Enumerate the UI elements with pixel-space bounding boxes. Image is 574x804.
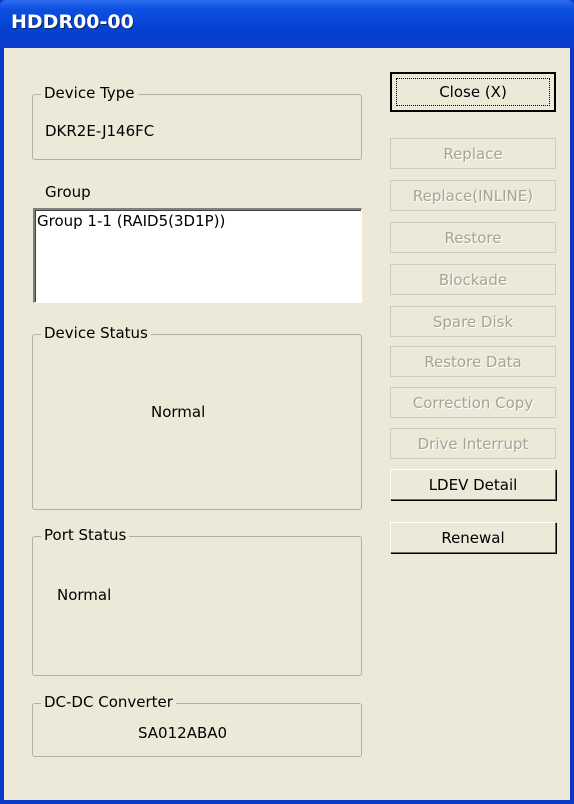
dialog-window: HDDR00-00 Device Type DKR2E-J146FC Group… <box>0 0 574 804</box>
replace-inline-button[interactable]: Replace(INLINE) <box>390 180 556 211</box>
group-label: Group <box>45 183 91 201</box>
restore-data-button[interactable]: Restore Data <box>390 346 556 377</box>
dcdc-converter-group: DC-DC Converter SA012ABA0 <box>32 693 362 757</box>
dcdc-converter-legend: DC-DC Converter <box>41 693 176 711</box>
port-status-legend: Port Status <box>41 526 130 544</box>
port-status-value: Normal <box>57 586 112 604</box>
correction-copy-button-label: Correction Copy <box>412 393 534 412</box>
ldev-detail-button[interactable]: LDEV Detail <box>390 469 556 500</box>
device-type-legend: Device Type <box>41 84 138 102</box>
correction-copy-button[interactable]: Correction Copy <box>390 387 556 418</box>
device-status-group: Device Status Normal <box>32 324 362 510</box>
title-bar[interactable]: HDDR00-00 <box>0 0 574 48</box>
device-type-group: Device Type DKR2E-J146FC <box>32 84 362 160</box>
restore-button[interactable]: Restore <box>390 222 556 253</box>
spare-disk-button-label: Spare Disk <box>432 312 514 331</box>
close-button[interactable]: Close (X) <box>390 72 556 112</box>
drive-interrupt-button[interactable]: Drive Interrupt <box>390 428 556 459</box>
device-status-legend: Device Status <box>41 324 151 342</box>
drive-interrupt-button-label: Drive Interrupt <box>417 434 529 453</box>
restore-button-label: Restore <box>444 228 502 247</box>
replace-button-label: Replace <box>443 144 503 163</box>
blockade-button-label: Blockade <box>438 270 508 289</box>
device-status-value: Normal <box>151 403 206 421</box>
group-listbox[interactable]: Group 1-1 (RAID5(3D1P)) <box>33 208 362 303</box>
device-type-value: DKR2E-J146FC <box>45 122 155 140</box>
renewal-button[interactable]: Renewal <box>390 522 556 553</box>
window-title: HDDR00-00 <box>11 11 134 33</box>
dialog-body: Device Type DKR2E-J146FC Group Group 1-1… <box>4 48 570 800</box>
replace-inline-button-label: Replace(INLINE) <box>412 186 534 205</box>
close-button-label: Close (X) <box>439 83 507 101</box>
group-list-item[interactable]: Group 1-1 (RAID5(3D1P)) <box>37 212 225 230</box>
blockade-button[interactable]: Blockade <box>390 264 556 295</box>
renewal-button-label: Renewal <box>441 528 505 547</box>
restore-data-button-label: Restore Data <box>424 352 522 371</box>
ldev-detail-button-label: LDEV Detail <box>428 475 518 494</box>
port-status-group: Port Status Normal <box>32 526 362 676</box>
dcdc-converter-value: SA012ABA0 <box>138 724 228 742</box>
spare-disk-button[interactable]: Spare Disk <box>390 306 556 337</box>
replace-button[interactable]: Replace <box>390 138 556 169</box>
